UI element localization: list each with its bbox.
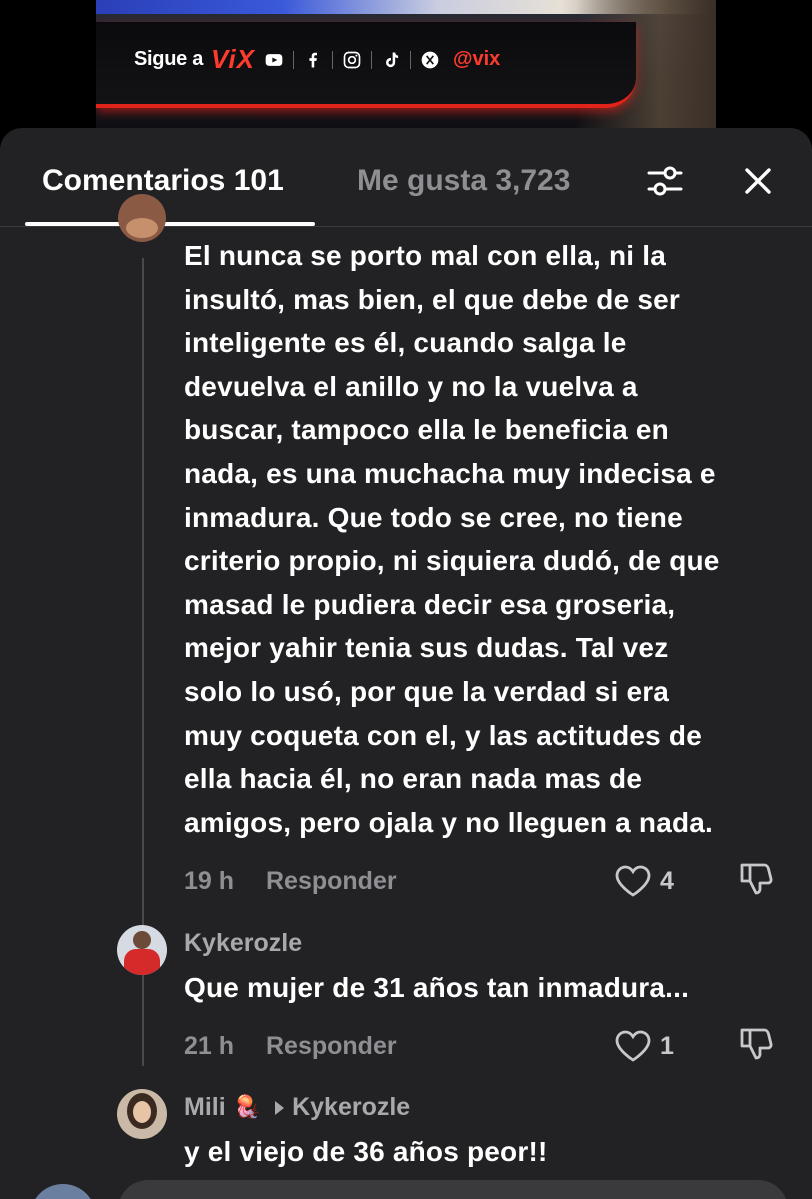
comment-line: ella hacia él, no eran nada mas de <box>184 763 643 795</box>
filter-icon[interactable] <box>642 158 688 204</box>
avatar[interactable] <box>117 1089 167 1139</box>
banner-brand: ViX <box>211 44 255 74</box>
like-button[interactable]: 1 <box>614 1029 674 1063</box>
heart-icon <box>615 865 651 897</box>
comment-line: insultó, mas bien, el que debe de ser <box>184 283 680 315</box>
comment-line: inmadura. Que todo se cree, no tiene <box>184 501 683 533</box>
reply-button[interactable]: Responder <box>266 1032 397 1061</box>
comment-line: muy coqueta con el, y las actitudes de <box>184 719 702 751</box>
vix-banner: Sigue a ViX @vix <box>96 22 636 108</box>
comment-username[interactable]: Mili 🪼 Kykerozle <box>184 1093 410 1122</box>
dislike-icon[interactable] <box>738 1026 774 1067</box>
comment-line: masad le pudiera decir esa groseria, <box>184 588 676 620</box>
comment-line: solo lo usó, por que la verdad si era <box>184 675 670 707</box>
heart-icon <box>615 1030 651 1062</box>
banner-handle: @vix <box>453 48 501 70</box>
username-text[interactable]: Kykerozle <box>184 929 302 958</box>
comment-line: inteligente es él, cuando salga le <box>184 327 627 359</box>
divider <box>332 50 333 69</box>
close-icon[interactable] <box>735 158 781 204</box>
comment-username[interactable]: Kykerozle <box>184 929 302 958</box>
comment-line: criterio propio, ni siquiera dudó, de qu… <box>184 545 720 577</box>
like-count: 1 <box>660 1031 674 1060</box>
comment-time: 21 h <box>184 1031 235 1060</box>
comment-time: 19 h <box>184 866 235 895</box>
divider <box>293 50 294 69</box>
comment-text: Que mujer de 31 años tan inmadura... <box>184 972 690 1003</box>
x-icon <box>419 49 441 71</box>
tiktok-icon <box>380 49 402 71</box>
banner-text: Sigue a <box>134 48 204 70</box>
comment-line: devuelva el anillo y no la vuelva a <box>184 370 638 402</box>
jellyfish-emoji: 🪼 <box>233 1095 262 1120</box>
like-button[interactable]: 4 <box>614 864 674 898</box>
comment-input[interactable] <box>118 1180 788 1199</box>
avatar[interactable] <box>118 194 166 242</box>
reply-target[interactable]: Kykerozle <box>292 1093 410 1122</box>
thread-line <box>142 258 144 1018</box>
divider <box>371 50 372 69</box>
avatar[interactable] <box>117 925 167 975</box>
thread-line <box>142 1000 144 1066</box>
tab-likes[interactable]: Me gusta 3,723 <box>357 164 570 198</box>
comment-actions: 19 h Responder 4 <box>184 861 784 901</box>
comment-line: amigos, pero ojala y no lleguen a nada. <box>184 806 714 838</box>
reply-arrow-icon <box>275 1100 285 1115</box>
facebook-icon <box>302 49 324 71</box>
comment-line: El nunca se porto mal con ella, ni la <box>184 240 666 271</box>
comment-line: buscar, tampoco ella le beneficia en <box>184 414 669 446</box>
tab-comments[interactable]: Comentarios 101 <box>42 164 284 198</box>
comment-line: nada, es una muchacha muy indecisa e <box>184 457 716 489</box>
like-count: 4 <box>660 866 674 895</box>
dislike-icon[interactable] <box>738 861 774 902</box>
comment-text: y el viejo de 36 años peor!! <box>184 1136 548 1167</box>
comment-text: El nunca se porto mal con ella, ni la in… <box>184 234 784 844</box>
comment-actions: 21 h Responder 1 <box>184 1026 784 1066</box>
username-text[interactable]: Mili <box>184 1093 226 1122</box>
instagram-icon <box>341 49 363 71</box>
video-frame: Sigue a ViX @vix <box>96 0 716 128</box>
youtube-icon <box>263 49 285 71</box>
comment-line: mejor yahir tenia sus dudas. Tal vez <box>184 632 669 664</box>
reply-button[interactable]: Responder <box>266 867 397 896</box>
divider <box>410 50 411 69</box>
